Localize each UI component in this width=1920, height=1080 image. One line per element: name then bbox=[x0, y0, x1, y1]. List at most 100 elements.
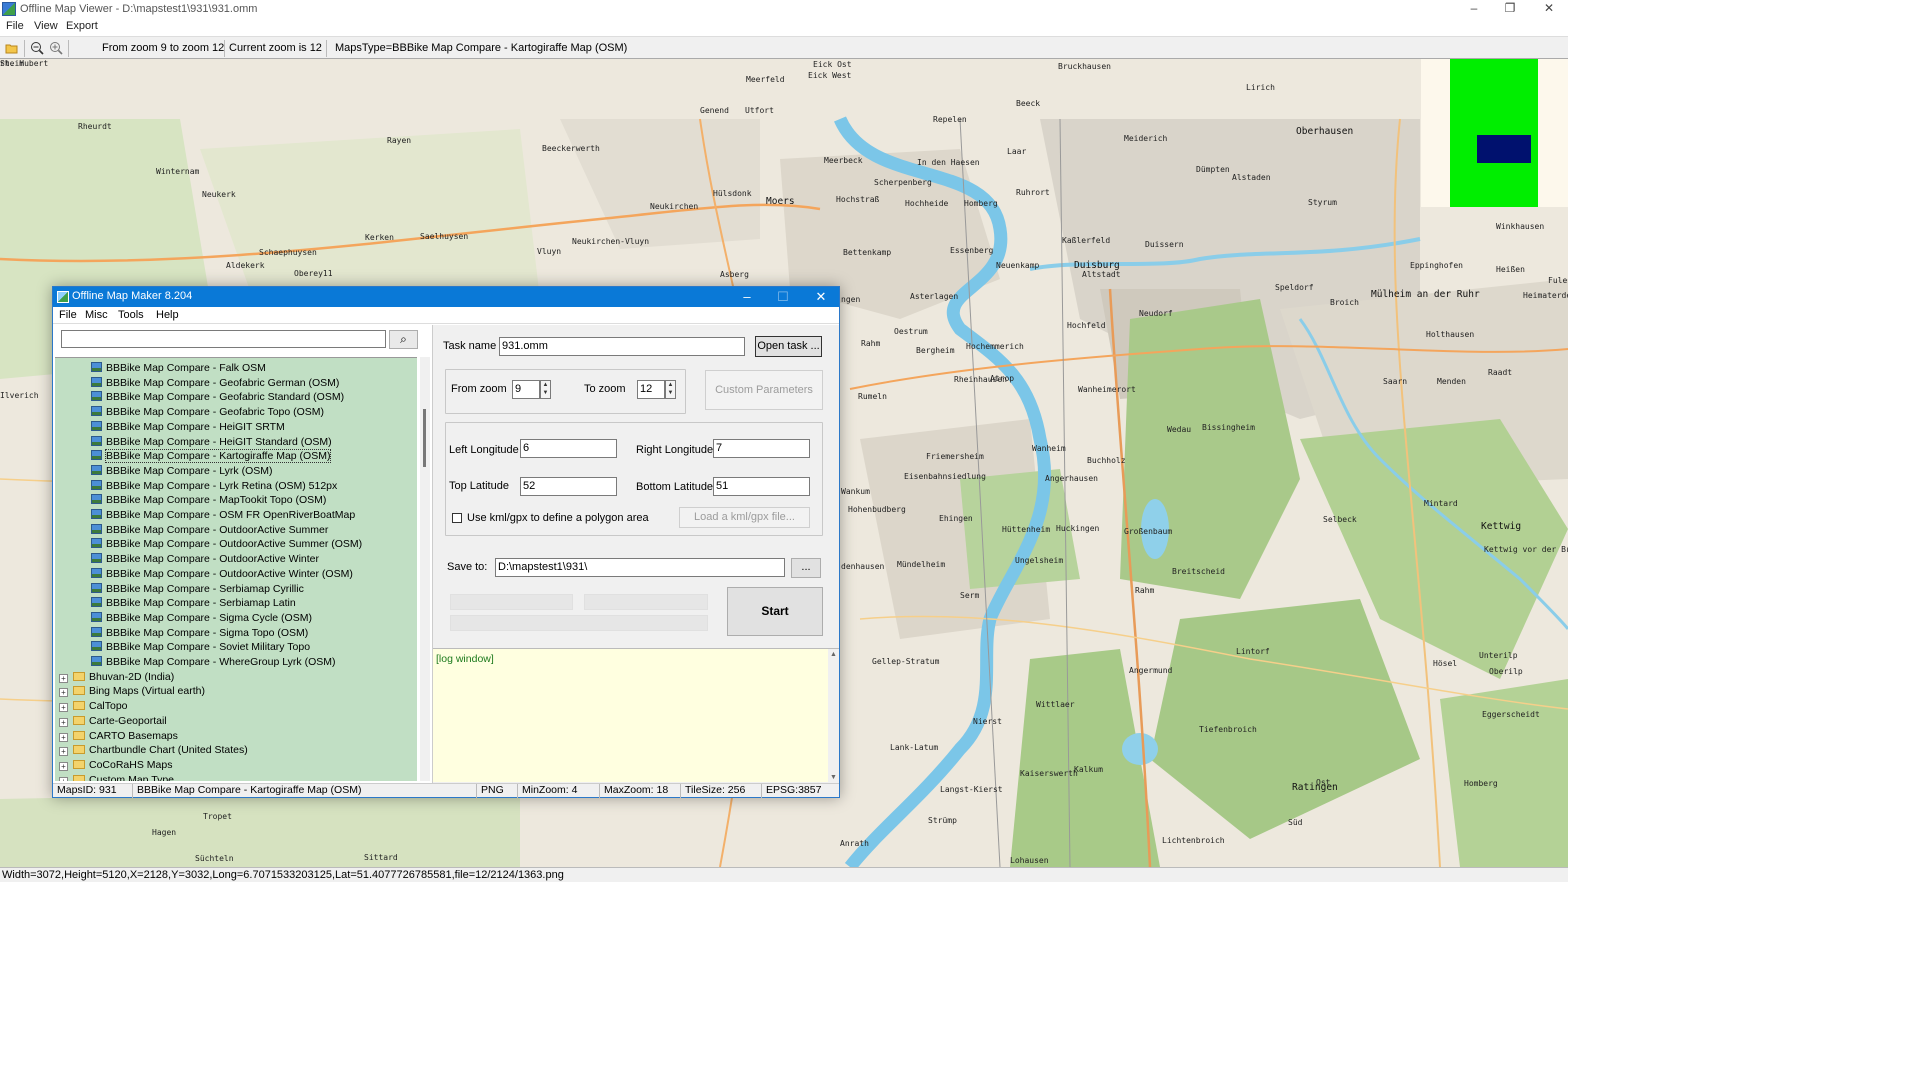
bottom-latitude-input[interactable]: 51 bbox=[713, 477, 810, 496]
tree-item-map-type[interactable]: BBBike Map Compare - OutdoorActive Summe… bbox=[91, 523, 328, 538]
to-zoom-input[interactable]: 12 bbox=[637, 380, 665, 399]
expand-icon[interactable]: + bbox=[59, 776, 68, 781]
map-place-label: Neudorf bbox=[1139, 309, 1173, 318]
tree-item-map-type[interactable]: BBBike Map Compare - MapTookit Topo (OSM… bbox=[91, 493, 326, 508]
expand-icon[interactable]: + bbox=[59, 732, 68, 742]
expand-icon[interactable]: + bbox=[59, 717, 68, 727]
overview-viewport[interactable] bbox=[1477, 135, 1531, 163]
menubar: File View Export bbox=[0, 19, 1568, 35]
map-place-label: Rumeln bbox=[858, 392, 887, 401]
scroll-down-icon[interactable]: ▼ bbox=[828, 774, 839, 781]
map-place-label: Hochstraß bbox=[836, 195, 880, 204]
tree-folder[interactable]: + Chartbundle Chart (United States) bbox=[59, 743, 248, 758]
tree-item-map-type[interactable]: BBBike Map Compare - Geofabric Topo (OSM… bbox=[91, 405, 324, 420]
tree-item-map-type[interactable]: BBBike Map Compare - Falk OSM bbox=[91, 361, 266, 376]
log-window[interactable]: [log window] ▲ ▼ bbox=[433, 648, 839, 783]
tree-folder[interactable]: + CoCoRaHS Maps bbox=[59, 758, 172, 773]
map-type-tree[interactable]: BBBike Map Compare - Falk OSM BBBike Map … bbox=[55, 357, 417, 781]
tree-folder[interactable]: + Carte-Geoportail bbox=[59, 714, 167, 729]
status-maps-name: BBBike Map Compare - Kartogiraffe Map (O… bbox=[132, 784, 361, 798]
browse-button[interactable]: ... bbox=[791, 558, 821, 578]
map-place-label: Atrop bbox=[990, 374, 1015, 383]
expand-icon[interactable]: + bbox=[59, 673, 68, 683]
overview-minimap[interactable] bbox=[1421, 59, 1568, 207]
dialog-close-button[interactable]: ✕ bbox=[804, 287, 838, 307]
open-task-button[interactable]: Open task ... bbox=[755, 336, 822, 357]
tree-item-map-type[interactable]: BBBike Map Compare - Serbiamap Latin bbox=[91, 596, 296, 611]
map-place-label: Strümp bbox=[928, 816, 957, 825]
log-scrollbar[interactable]: ▲ ▼ bbox=[828, 649, 839, 783]
map-place-label: Breitscheid bbox=[1172, 567, 1225, 576]
map-place-label: Wittlaer bbox=[1036, 700, 1075, 709]
tree-item-map-type[interactable]: BBBike Map Compare - Soviet Military Top… bbox=[91, 640, 310, 655]
map-place-label: Tropet bbox=[203, 812, 232, 821]
zoom-out-icon[interactable] bbox=[30, 41, 44, 55]
dialog-menu-file[interactable]: File bbox=[59, 309, 77, 321]
dialog-menu-misc[interactable]: Misc bbox=[85, 309, 108, 321]
dialog-titlebar: Offline Map Maker 8.204 – ☐ ✕ bbox=[53, 287, 839, 307]
tree-item-map-type[interactable]: BBBike Map Compare - HeiGIT Standard (OS… bbox=[91, 435, 332, 450]
expand-icon[interactable]: + bbox=[59, 688, 68, 698]
map-place-label: Speldorf bbox=[1275, 283, 1314, 292]
expand-icon[interactable]: + bbox=[59, 761, 68, 771]
tree-item-label: BBBike Map Compare - OutdoorActive Summe… bbox=[106, 523, 329, 536]
dialog-menu-help[interactable]: Help bbox=[156, 309, 179, 321]
task-name-input[interactable]: 931.omm bbox=[499, 337, 745, 356]
dialog-maximize-button[interactable]: ☐ bbox=[766, 287, 800, 307]
search-button[interactable]: ⌕ bbox=[389, 330, 418, 349]
window-title: Offline Map Viewer - D:\mapstest1\931\93… bbox=[20, 3, 258, 15]
tree-item-map-type[interactable]: BBBike Map Compare - Lyrk (OSM) bbox=[91, 464, 272, 479]
restore-button[interactable]: ❐ bbox=[1493, 0, 1527, 19]
menu-export[interactable]: Export bbox=[66, 20, 98, 32]
tree-folder[interactable]: + Bhuvan-2D (India) bbox=[59, 670, 174, 685]
close-button[interactable]: ✕ bbox=[1532, 0, 1566, 19]
save-to-input[interactable]: D:\mapstest1\931\ bbox=[495, 558, 785, 577]
custom-parameters-button[interactable]: Custom Parameters bbox=[705, 370, 823, 410]
tree-item-map-type[interactable]: BBBike Map Compare - Kartogiraffe Map (O… bbox=[91, 449, 332, 464]
tree-item-map-type[interactable]: BBBike Map Compare - HeiGIT SRTM bbox=[91, 420, 285, 435]
map-type-search-input[interactable] bbox=[61, 330, 386, 348]
expand-icon[interactable]: + bbox=[59, 747, 68, 757]
from-zoom-spinner[interactable]: ▲ ▼ bbox=[540, 380, 551, 399]
zoom-in-icon[interactable] bbox=[49, 41, 63, 55]
start-button[interactable]: Start bbox=[727, 587, 823, 636]
open-folder-icon[interactable] bbox=[5, 41, 19, 55]
tree-item-map-type[interactable]: BBBike Map Compare - Geofabric Standard … bbox=[91, 390, 344, 405]
tree-folder[interactable]: + Custom Map Type bbox=[59, 773, 174, 781]
menu-file[interactable]: File bbox=[6, 20, 24, 32]
tree-folder[interactable]: + Bing Maps (Virtual earth) bbox=[59, 684, 205, 699]
top-latitude-input[interactable]: 52 bbox=[520, 477, 617, 496]
map-place-label: Kettwig vor der Brücke bbox=[1484, 545, 1568, 554]
menu-view[interactable]: View bbox=[34, 20, 58, 32]
tree-item-map-type[interactable]: BBBike Map Compare - Lyrk Retina (OSM) 5… bbox=[91, 479, 337, 494]
map-tile-icon bbox=[91, 597, 102, 608]
tree-scrollbar[interactable] bbox=[420, 357, 430, 781]
tree-scrollbar-thumb[interactable] bbox=[423, 409, 426, 467]
tree-item-map-type[interactable]: BBBike Map Compare - OutdoorActive Winte… bbox=[91, 552, 319, 567]
load-kml-button[interactable]: Load a kml/gpx file... bbox=[679, 507, 810, 528]
minimize-button[interactable]: – bbox=[1457, 0, 1491, 19]
top-latitude-label: Top Latitude bbox=[449, 480, 509, 492]
tree-item-map-type[interactable]: BBBike Map Compare - Sigma Cycle (OSM) bbox=[91, 611, 312, 626]
tree-folder[interactable]: + CalTopo bbox=[59, 699, 128, 714]
left-longitude-input[interactable]: 6 bbox=[520, 439, 617, 458]
tree-item-map-type[interactable]: BBBike Map Compare - Geofabric German (O… bbox=[91, 376, 339, 391]
dialog-menu-tools[interactable]: Tools bbox=[118, 309, 144, 321]
from-zoom-input[interactable]: 9 bbox=[512, 380, 540, 399]
map-tile-icon bbox=[91, 376, 102, 387]
tree-item-map-type[interactable]: BBBike Map Compare - OutdoorActive Winte… bbox=[91, 567, 353, 582]
tree-item-label: BBBike Map Compare - OutdoorActive Winte… bbox=[106, 553, 319, 566]
tree-item-map-type[interactable]: BBBike Map Compare - OutdoorActive Summe… bbox=[91, 537, 362, 552]
tree-folder[interactable]: + CARTO Basemaps bbox=[59, 729, 178, 744]
tree-item-map-type[interactable]: BBBike Map Compare - OSM FR OpenRiverBoa… bbox=[91, 508, 355, 523]
dialog-minimize-button[interactable]: – bbox=[730, 287, 764, 307]
right-longitude-input[interactable]: 7 bbox=[713, 439, 810, 458]
kml-checkbox[interactable] bbox=[452, 513, 462, 523]
tree-item-map-type[interactable]: BBBike Map Compare - Serbiamap Cyrillic bbox=[91, 582, 304, 597]
tree-item-label: BBBike Map Compare - Kartogiraffe Map (O… bbox=[104, 449, 332, 464]
scroll-up-icon[interactable]: ▲ bbox=[828, 651, 839, 658]
to-zoom-spinner[interactable]: ▲ ▼ bbox=[665, 380, 676, 399]
expand-icon[interactable]: + bbox=[59, 703, 68, 713]
tree-item-map-type[interactable]: BBBike Map Compare - Sigma Topo (OSM) bbox=[91, 626, 308, 641]
tree-item-map-type[interactable]: BBBike Map Compare - WhereGroup Lyrk (OS… bbox=[91, 655, 336, 670]
